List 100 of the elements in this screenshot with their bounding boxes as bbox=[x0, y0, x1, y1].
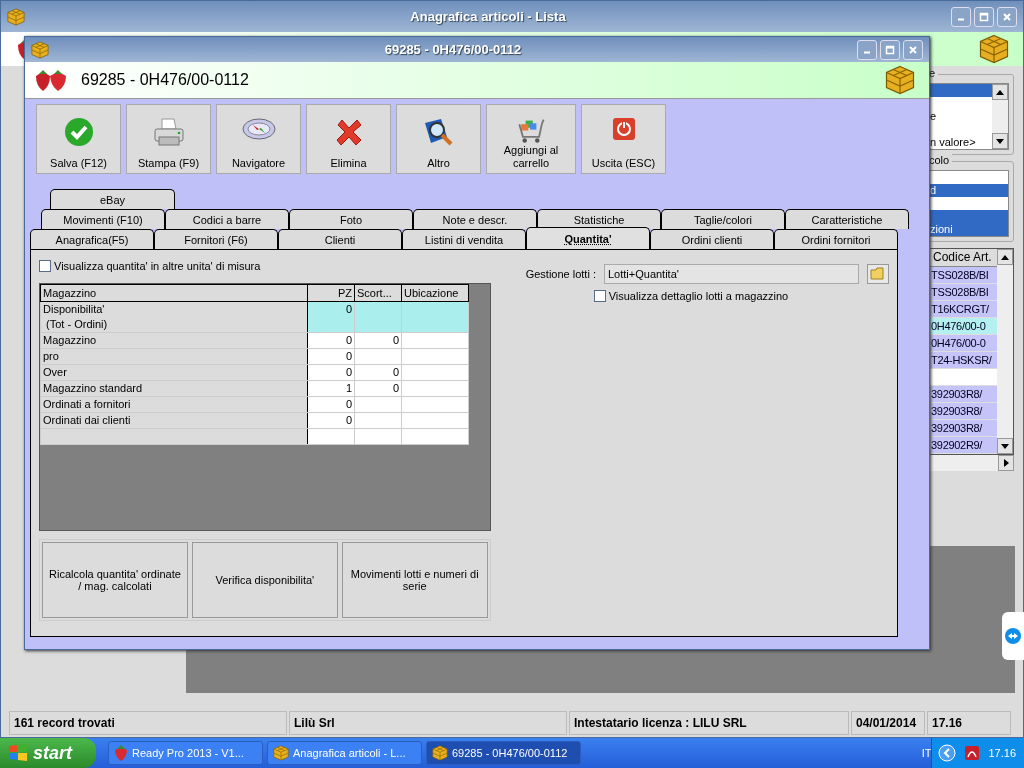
maximize-button[interactable] bbox=[880, 39, 900, 60]
tab[interactable]: eBay bbox=[50, 189, 175, 209]
minimize-button[interactable] bbox=[857, 39, 877, 60]
close-button[interactable] bbox=[997, 6, 1017, 27]
list-item[interactable]: e bbox=[930, 110, 992, 123]
checkbox[interactable] bbox=[39, 260, 51, 272]
toolbar-button[interactable]: Altro bbox=[396, 104, 481, 174]
scroll-right-button[interactable] bbox=[998, 455, 1014, 471]
field-label: Gestione lotti : bbox=[525, 268, 596, 280]
table-cell: 0 bbox=[307, 412, 355, 429]
action-button[interactable]: Ricalcola quantita' ordinate / mag. calcolati bbox=[42, 542, 188, 618]
column-header[interactable]: Ubicazione bbox=[401, 284, 469, 302]
status-text: Intestatario licenza : LILU SRL bbox=[569, 711, 849, 735]
scroll-down-button[interactable] bbox=[992, 133, 1008, 149]
taskbar-button[interactable]: Ready Pro 2013 - V1... bbox=[108, 741, 263, 765]
down-arrow-icon bbox=[996, 138, 1004, 144]
list-item[interactable]: zioni bbox=[930, 223, 1008, 236]
checkbox[interactable] bbox=[593, 290, 606, 302]
table-cell: 1 bbox=[307, 380, 355, 397]
table-cell: 0H476/00-0 bbox=[929, 335, 997, 352]
tab[interactable]: Movimenti (F10) bbox=[41, 209, 165, 229]
table-cell: 0 bbox=[307, 348, 355, 365]
list-item[interactable]: d bbox=[930, 184, 1008, 197]
down-arrow-icon bbox=[1001, 443, 1009, 449]
table-cell: T16KCRGT/ bbox=[929, 301, 997, 318]
column-header[interactable]: PZ bbox=[307, 284, 355, 302]
maximize-button[interactable] bbox=[974, 6, 994, 27]
power-icon bbox=[611, 117, 636, 141]
scroll-up-button[interactable] bbox=[992, 84, 1008, 100]
right-arrow-icon bbox=[1003, 459, 1009, 467]
toolbar-button[interactable]: Navigatore bbox=[216, 104, 301, 174]
cart-icon bbox=[516, 117, 546, 144]
tab[interactable]: Fornitori (F6) bbox=[154, 229, 278, 249]
toolbar-button[interactable]: Aggiungi al carrello bbox=[486, 104, 576, 174]
tab[interactable]: Statistiche bbox=[537, 209, 661, 229]
clock: 17.16 bbox=[988, 747, 1016, 759]
group-label: colo bbox=[929, 154, 953, 166]
table-cell: 0 bbox=[307, 396, 355, 413]
table-cell: 0 bbox=[354, 364, 402, 381]
remote-support-icon[interactable] bbox=[1002, 612, 1024, 660]
column-header[interactable]: Scort... bbox=[354, 284, 402, 302]
table-cell: T24-HSKSR/ bbox=[929, 352, 997, 369]
lots-field[interactable]: Lotti+Quantita' bbox=[604, 264, 859, 284]
action-button[interactable]: Movimenti lotti e numeri di serie bbox=[341, 542, 488, 618]
taskbar-button[interactable]: 69285 - 0H476/00-0112 bbox=[426, 741, 581, 765]
folder-button[interactable] bbox=[867, 264, 889, 284]
table-cell: 0 bbox=[354, 332, 402, 349]
close-icon bbox=[907, 43, 919, 56]
checkmark-icon bbox=[63, 117, 94, 147]
column-header[interactable]: Magazzino bbox=[40, 284, 308, 302]
checkbox-label: Visualizza quantita' in altre unita' di misura bbox=[54, 260, 261, 272]
toolbar-button[interactable]: Stampa (F9) bbox=[126, 104, 211, 174]
close-button[interactable] bbox=[903, 39, 923, 60]
toolbar-button[interactable]: Elimina bbox=[306, 104, 391, 174]
list-box[interactable]: d zioni bbox=[929, 170, 1009, 237]
pdf-icon[interactable] bbox=[964, 745, 981, 761]
tab[interactable]: Foto bbox=[289, 209, 413, 229]
app-cube-icon bbox=[7, 7, 25, 26]
column-header[interactable]: Codice Art. bbox=[929, 249, 997, 267]
tab[interactable]: Quantita' bbox=[526, 227, 650, 249]
table-cell: TSS028B/BI bbox=[929, 284, 997, 301]
table-cell: Disponibilita' (Tot - Ordini) bbox=[40, 301, 308, 333]
compass-icon bbox=[241, 117, 276, 141]
tab[interactable]: Anagrafica(F5) bbox=[30, 229, 154, 249]
table-cell: 0H476/00-0 bbox=[929, 318, 997, 335]
checkbox-label: Visualizza dettaglio lotti a magazzino bbox=[608, 290, 789, 302]
table-cell: 392903R8/ bbox=[929, 403, 997, 420]
table-cell: TSS028B/BI bbox=[929, 267, 997, 284]
close-icon bbox=[1001, 10, 1013, 23]
table-cell: 0 bbox=[354, 380, 402, 397]
tab[interactable]: Taglie/colori bbox=[661, 209, 785, 229]
table-cell: 392902R9/ bbox=[929, 437, 997, 454]
minimize-icon bbox=[863, 51, 871, 54]
table-cell: 0 bbox=[307, 364, 355, 381]
tab[interactable]: Codici a barre bbox=[165, 209, 289, 229]
toolbar-button[interactable]: Salva (F12) bbox=[36, 104, 121, 174]
tab[interactable]: Listini di vendita bbox=[402, 229, 526, 249]
status-text: 161 record trovati bbox=[9, 711, 287, 735]
flag-icon bbox=[8, 744, 28, 762]
tab[interactable]: Ordini clienti bbox=[650, 229, 774, 249]
tab[interactable]: Clienti bbox=[278, 229, 402, 249]
maximize-icon bbox=[884, 43, 896, 56]
scroll-up-button[interactable] bbox=[997, 249, 1013, 265]
taskbar-button[interactable]: Anagrafica articoli - L... bbox=[267, 741, 422, 765]
toolbar-button[interactable]: Uscita (ESC) bbox=[581, 104, 666, 174]
scroll-down-button[interactable] bbox=[997, 438, 1013, 454]
chevron-icon[interactable] bbox=[938, 744, 957, 762]
strawberry-icon bbox=[114, 745, 128, 761]
window-title: 69285 - 0H476/00-0112 bbox=[383, 42, 523, 57]
language-indicator[interactable]: IT bbox=[921, 747, 932, 759]
tab[interactable]: Note e descr. bbox=[413, 209, 537, 229]
record-title: 69285 - 0H476/00-0112 bbox=[81, 71, 250, 89]
tab[interactable]: Caratteristiche bbox=[785, 209, 909, 229]
window-title: Anagrafica articoli - Lista bbox=[409, 9, 567, 24]
tab[interactable]: Ordini fornitori bbox=[774, 229, 898, 249]
list-box[interactable]: e n valore> bbox=[929, 83, 1009, 150]
maximize-icon bbox=[978, 10, 990, 23]
minimize-button[interactable] bbox=[951, 6, 971, 27]
list-item[interactable]: n valore> bbox=[930, 136, 992, 149]
action-button[interactable]: Verifica disponibilita' bbox=[191, 542, 338, 618]
